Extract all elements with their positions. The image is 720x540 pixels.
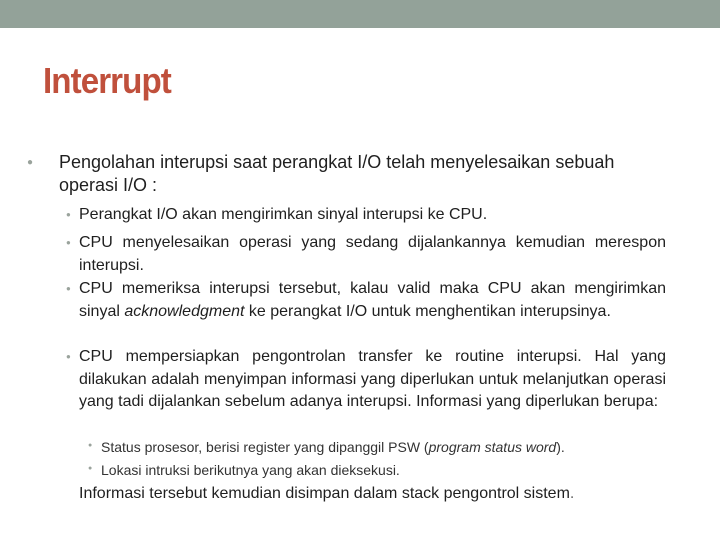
bullet-icon: ●: [66, 238, 71, 247]
closing-period: .: [569, 485, 575, 502]
bullet-icon: ●: [66, 284, 71, 293]
sub-bullet-1: Perangkat I/O akan mengirimkan sinyal in…: [79, 206, 488, 223]
sub-sub-bullet-2: Lokasi intruksi berikutnya yang akan die…: [101, 462, 400, 478]
sub-bullet-2: CPU menyelesaikan operasi yang sedang di…: [79, 234, 666, 274]
sub-bullet-4: CPU mempersiapkan pengontrolan transfer …: [79, 348, 666, 410]
bullet-icon: ●: [88, 442, 93, 449]
sub-bullet-3-italic: acknowledgment: [124, 302, 245, 320]
bullet-icon: ●: [27, 157, 34, 168]
sub-bullet-3: CPU memeriksa interupsi tersebut, kalau …: [79, 278, 666, 323]
sub-sub-bullet-1: Status prosesor, berisi register yang di…: [101, 436, 661, 458]
bullet-icon: ●: [88, 465, 93, 472]
slide-title: Interrupt: [43, 60, 172, 101]
closing-text-body: Informasi tersebut kemudian disimpan dal…: [79, 485, 570, 502]
top-band: [0, 0, 720, 28]
sub-bullet-3-after: ke perangkat I/O untuk menghentikan inte…: [244, 302, 611, 320]
sub-sub-bullet-1-italic: program status word: [428, 439, 557, 455]
bullet-icon: ●: [66, 352, 71, 361]
sub-sub-bullet-1-before: Status prosesor, berisi register yang di…: [101, 439, 429, 455]
bullet-icon: ●: [66, 210, 71, 219]
closing-text: Informasi tersebut kemudian disimpan dal…: [79, 483, 679, 505]
main-bullet-text: Pengolahan interupsi saat perangkat I/O …: [59, 152, 615, 195]
sub-sub-bullet-1-after: ).: [556, 439, 565, 455]
